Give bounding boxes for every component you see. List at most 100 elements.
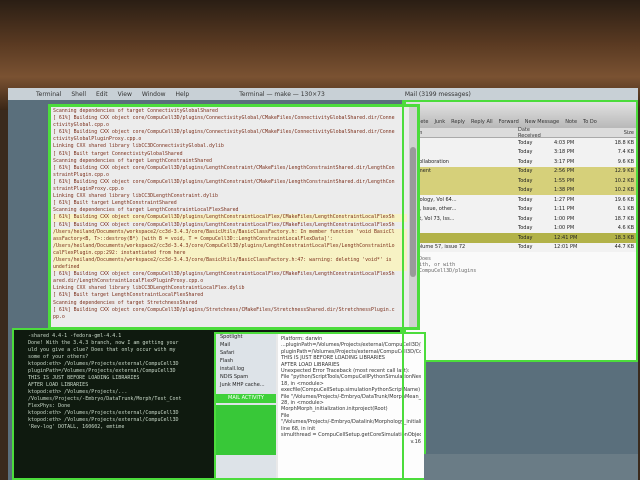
build-output-line: [ 61%] Building CXX object core/CompuCel… [53,115,395,122]
mail-time: 12:01 PM [554,244,578,251]
mail-toolbar-button[interactable]: Junk [434,119,445,125]
mail-list-row[interactable]: Today 1:55 PM 10.2 KB [406,176,636,186]
mail-time: 4:03 PM [554,139,575,146]
mail-list: Today 4:03 PM 18.8 KB Today 3:18 PM 7.4 KB...… [406,138,636,262]
build-output-line: Scanning dependencies of target LengthCo… [53,157,212,164]
mail-time: 1:55 PM [554,177,575,184]
mail-subject: ...iet, Vol 73, Iss... [410,215,455,222]
build-output-line: Scanning dependencies of target Connecti… [53,108,218,114]
mail-size: 18.8 KB [614,139,634,146]
build-output-line: [ 61%] Built target LengthConstraintShar… [53,200,177,207]
menu-bar: Terminal Shell Edit View Window Help Terminal … [8,88,638,100]
build-output-line: assFactory<B, T>::destroy(B*) [with B = … [53,235,407,243]
build-output-line: ared.dir/LengthConstraintLocalFlexPlugin… [53,278,204,285]
mail-date: Today [518,177,533,184]
menu-item[interactable]: Shell [71,91,86,98]
console-sidebar-item[interactable]: Mail [216,342,276,350]
mail-list-row[interactable]: ...ument Today 2:56 PM 12.9 KB [406,166,636,176]
mail-toolbar-button[interactable]: Reply [451,119,465,125]
build-output-line: Linking CXX shared library libCC3DLength… [53,193,218,200]
mail-date: Today [518,225,533,232]
console-sidebar-item[interactable]: Flash [216,358,276,366]
mail-size: 10.2 KB [614,177,634,184]
console-sidebar-item[interactable]: Spotlight [216,334,276,342]
mail-size: 10.2 KB [614,187,634,194]
mail-toolbar-button[interactable]: To Do [583,119,597,125]
header-date[interactable]: Date Received [518,127,554,139]
console-line: execfile(CompuCellSetup.simulationPython… [281,387,421,394]
build-output-line: /Users/heiland/Documents/workspace2/cc3d… [53,256,407,265]
mail-time: 12:41 PM [554,234,578,241]
mail-time: 1:00 PM [554,215,575,222]
console-window: Spotlight Mail Safari Flash install.log NDIS … [214,332,426,480]
console-sidebar: Spotlight Mail Safari Flash install.log NDIS … [216,334,276,478]
mail-list-row[interactable]: ...volume 57, issue 72 Today 12:01 PM 44.7 … [406,243,636,253]
build-output-line: [ 61%] Building CXX object core/CompuCel… [53,306,395,313]
menu-item[interactable]: Terminal [36,91,61,98]
build-output-line: [ 61%] Built target LengthConstraintLoca… [53,292,204,299]
mail-preview-line: ...CompuCell3D/plugins [410,268,477,274]
mail-toolbar-button[interactable]: Note [565,119,577,125]
mail-time: 1:11 PM [554,206,575,213]
mail-list-row[interactable]: ...Biology, Vol 64... Today 1:27 PM 19.6 KB [406,195,636,205]
mail-toolbar-button[interactable]: Reply All [471,119,493,125]
console-sidebar-item[interactable]: Junk MHP cache... [216,382,276,390]
mail-date: Today [518,149,533,156]
mail-list-row[interactable]: Today 1:38 PM 10.2 KB [406,185,636,195]
mail-time: 1:27 PM [554,196,575,203]
build-output-line: [ 61%] Building CXX object core/CompuCel… [53,129,395,136]
mail-size: 7.4 KB [617,149,634,156]
mail-toolbar-button[interactable]: Forward [499,119,519,125]
mail-list-row[interactable]: Today 3:18 PM 7.4 KB [406,148,636,158]
build-output-line: [ 61%] Building CXX object core/CompuCel… [53,271,395,278]
build-output-line: undefined [53,264,407,272]
mail-size: 19.6 KB [614,196,634,203]
header-size[interactable]: Size [598,130,634,136]
console-sidebar-item[interactable]: Safari [216,350,276,358]
mail-list-row[interactable]: ...ct, Issue, other... Today 1:11 PM 6.1 KB [406,205,636,215]
mail-date: Today [518,139,533,146]
build-output-line: Scanning dependencies of target LengthCo… [53,207,239,214]
console-sidebar-item[interactable]: install.log [216,366,276,374]
mail-preview: ...Does ...ith, or with ...CompuCell3D/plu… [406,252,636,360]
menu-item[interactable]: Window [142,91,166,98]
mail-list-row[interactable]: Today 4:03 PM 18.8 KB [406,138,636,148]
mail-date: Today [518,244,533,251]
mail-list-row[interactable]: ...iet, Vol 73, Iss... Today 1:00 PM 18.7 K… [406,214,636,224]
mail-list-row[interactable]: ... collaboration Today 3:17 PM 9.6 KB [406,157,636,167]
mail-size: 12.9 KB [614,168,634,175]
build-output-line: [ 61%] Building CXX object core/CompuCel… [53,221,395,228]
build-output-line: [ 61%] Built target ConnectivityGlobalSh… [53,150,183,157]
build-output-line: [ 61%] Building CXX object core/CompuCel… [53,178,395,185]
mail-list-row[interactable]: Today 1:00 PM 4.6 KB [406,224,636,234]
mail-date: Today [518,168,533,175]
mail-subject: ...volume 57, issue 72 [410,244,466,251]
console-line: simulthread = CompuCellSetup.getCoreSimu… [281,432,421,439]
build-terminal-window[interactable]: Scanning dependencies of target Connecti… [48,104,420,330]
menu-item[interactable]: Help [176,91,190,98]
build-output-line: [ 61%] Building CXX object core/CompuCel… [53,164,395,171]
mail-size: 9.6 KB [617,158,634,165]
build-output-line: /Users/heiland/Documents/workspace2/cc3d… [53,242,407,250]
mail-subject: ...ct, Issue, other... [410,206,457,213]
console-sidebar-item[interactable]: NDIS Spam [216,374,276,382]
mail-time: 3:18 PM [554,149,575,156]
mail-list-row[interactable]: Today 12:41 PM 18.3 KB [406,233,636,243]
mail-list-header[interactable]: From Date Received Size [406,127,636,139]
mail-toolbar-button[interactable]: New Message [525,119,559,125]
build-output-line: straintPluginProxy.cpp.o [53,186,124,193]
terminal-scrollbar[interactable] [409,107,417,327]
build-output-line: /Users/heiland/Documents/workspace2/cc3d… [53,228,407,236]
mail-time: 1:00 PM [554,225,575,232]
scrollbar-thumb[interactable] [410,147,416,277]
mail-date: Today [518,206,533,213]
build-output-line: Linking CXX shared library libCC3DConnec… [53,143,224,150]
header-from[interactable]: From [406,130,518,136]
window-title: Terminal — make — 130×73 [239,90,325,98]
mail-activity-label: MAIL ACTIVITY [216,394,276,403]
mail-date: Today [518,196,533,203]
menu-item[interactable]: View [118,91,132,98]
menu-item[interactable]: Edit [96,91,108,98]
mail-date: Today [518,215,533,222]
mail-subject: ...ument [410,168,432,175]
